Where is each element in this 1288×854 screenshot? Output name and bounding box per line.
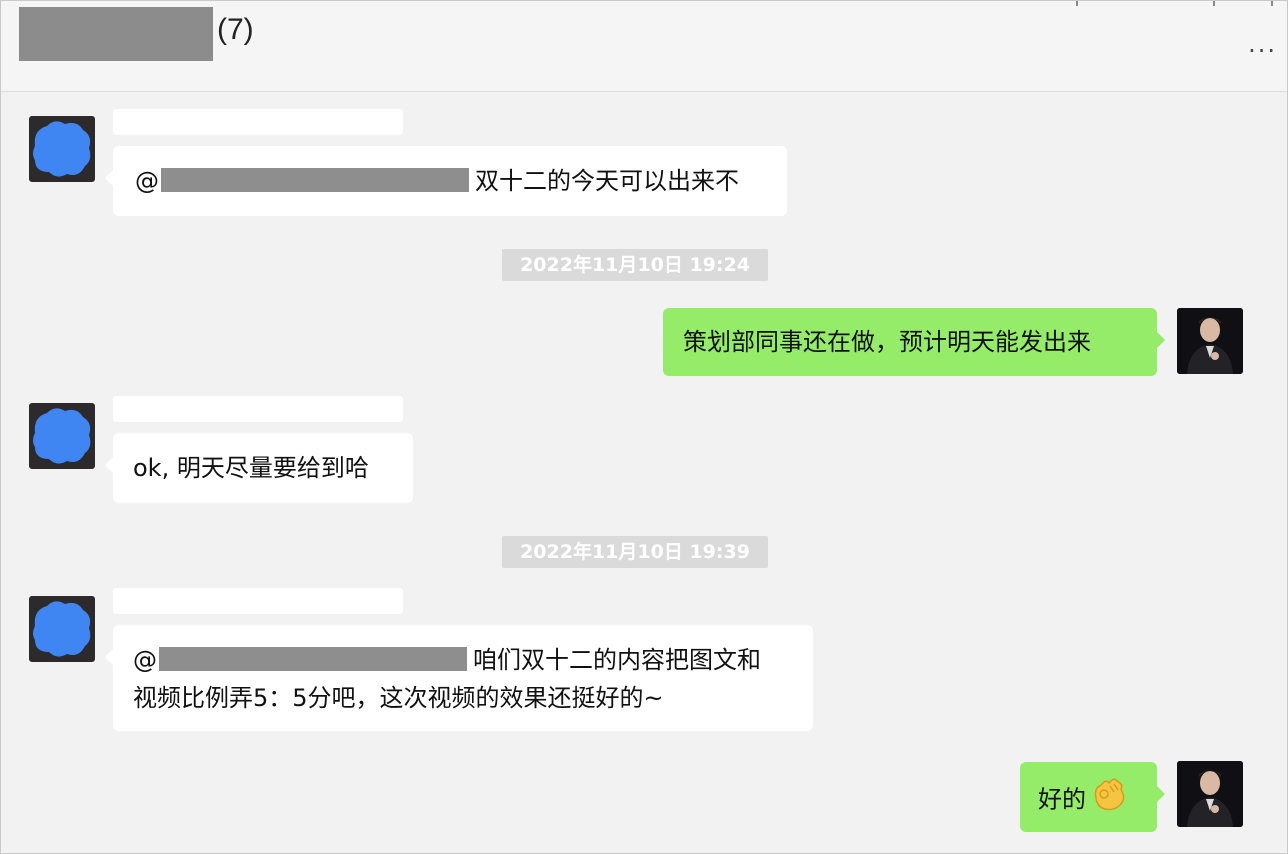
my-avatar[interactable] [1177, 761, 1243, 827]
message-text-line: 视频比例弄5：5分吧，这次视频的效果还挺好的~ [133, 684, 664, 712]
window-control-mark [1076, 1, 1078, 6]
message-bubble[interactable]: @ 咱们双十二的内容把图文和 视频比例弄5：5分吧，这次视频的效果还挺好的~ [105, 625, 813, 731]
blurred-avatar-icon [33, 121, 91, 177]
message-bubble[interactable]: ok, 明天尽量要给到哈 [105, 433, 413, 503]
timestamp: 2022年11月10日 19:24 [502, 249, 768, 281]
mention-symbol: @ [135, 167, 159, 195]
chat-window: (7) ··· @ 双十二的今天可以出来不 2022年11月10日 19:24 策… [0, 0, 1288, 854]
avatar[interactable] [29, 116, 95, 182]
chat-header: (7) ··· [1, 1, 1287, 92]
window-control-mark [1213, 1, 1215, 6]
sender-name-redacted [113, 588, 403, 614]
message-text: 双十二的今天可以出来不 [475, 167, 739, 195]
group-member-count: (7) [217, 13, 254, 46]
blurred-avatar-icon [33, 601, 91, 657]
sender-name-redacted [113, 109, 403, 135]
group-name-redacted [19, 7, 213, 61]
more-options-button[interactable]: ··· [1248, 37, 1277, 65]
message-text-line: 咱们双十二的内容把图文和 [473, 646, 761, 674]
message-text: 好的 [1038, 785, 1086, 814]
mention-name-redacted [161, 168, 469, 192]
window-control-mark [1271, 1, 1273, 6]
avatar[interactable] [29, 403, 95, 469]
mention-name-redacted [159, 647, 467, 671]
person-avatar-icon [1177, 308, 1243, 374]
mention-symbol: @ [133, 646, 157, 674]
sender-name-redacted [113, 396, 403, 422]
ok-hand-icon [1090, 778, 1126, 823]
person-avatar-icon [1177, 761, 1243, 827]
message-bubble[interactable]: @ 双十二的今天可以出来不 [105, 146, 787, 216]
message-bubble[interactable]: 策划部同事还在做，预计明天能发出来 [663, 308, 1165, 376]
my-avatar[interactable] [1177, 308, 1243, 374]
avatar[interactable] [29, 596, 95, 662]
message-text: ok, 明天尽量要给到哈 [133, 454, 369, 482]
message-bubble[interactable]: 好的 [1020, 762, 1165, 832]
message-text: 策划部同事还在做，预计明天能发出来 [683, 328, 1091, 356]
timestamp: 2022年11月10日 19:39 [502, 536, 768, 568]
blurred-avatar-icon [33, 408, 91, 464]
